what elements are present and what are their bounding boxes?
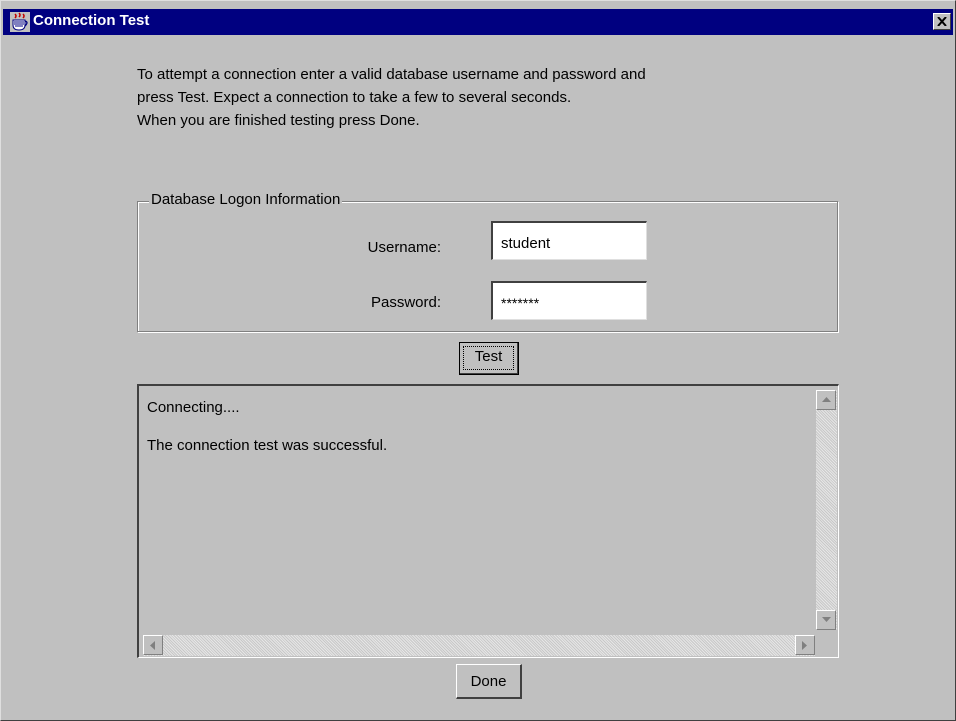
vertical-scrollbar[interactable]: [816, 390, 837, 630]
title-bar[interactable]: Connection Test: [3, 9, 953, 35]
scroll-right-button[interactable]: [795, 635, 815, 655]
username-field[interactable]: [491, 221, 647, 260]
scroll-down-button[interactable]: [816, 610, 836, 630]
output-area[interactable]: Connecting.... The connection test was s…: [137, 384, 839, 658]
output-text: Connecting.... The connection test was s…: [147, 398, 387, 456]
instruction-line: To attempt a connection enter a valid da…: [137, 66, 646, 83]
done-button[interactable]: Done: [456, 664, 522, 699]
close-icon: [937, 17, 947, 26]
window-title: Connection Test: [33, 12, 150, 29]
connection-test-window: Connection Test To attempt a connection …: [0, 0, 956, 721]
username-label: Username:: [367, 239, 441, 256]
password-field[interactable]: [491, 281, 647, 320]
arrow-right-icon: [802, 641, 807, 650]
arrow-down-icon: [822, 617, 831, 622]
test-button-label: Test: [474, 348, 503, 365]
horizontal-scrollbar[interactable]: [143, 635, 815, 656]
arrow-left-icon: [150, 641, 155, 650]
logon-group-title: Database Logon Information: [149, 191, 343, 208]
output-line: The connection test was successful.: [147, 437, 388, 454]
logon-group-box: [137, 201, 838, 332]
instructions-text: To attempt a connection enter a valid da…: [137, 63, 857, 132]
instruction-line: When you are finished testing press Done…: [137, 112, 420, 129]
output-line: Connecting....: [147, 399, 240, 416]
close-button[interactable]: [933, 13, 951, 30]
instruction-line: press Test. Expect a connection to take …: [137, 89, 572, 106]
password-label: Password:: [370, 294, 441, 311]
scroll-up-button[interactable]: [816, 390, 836, 410]
test-button[interactable]: Test: [459, 342, 519, 375]
arrow-up-icon: [822, 397, 831, 402]
scroll-left-button[interactable]: [143, 635, 163, 655]
done-button-label: Done: [470, 673, 507, 690]
java-cup-icon: [10, 12, 30, 32]
scrollbar-corner: [816, 635, 837, 656]
